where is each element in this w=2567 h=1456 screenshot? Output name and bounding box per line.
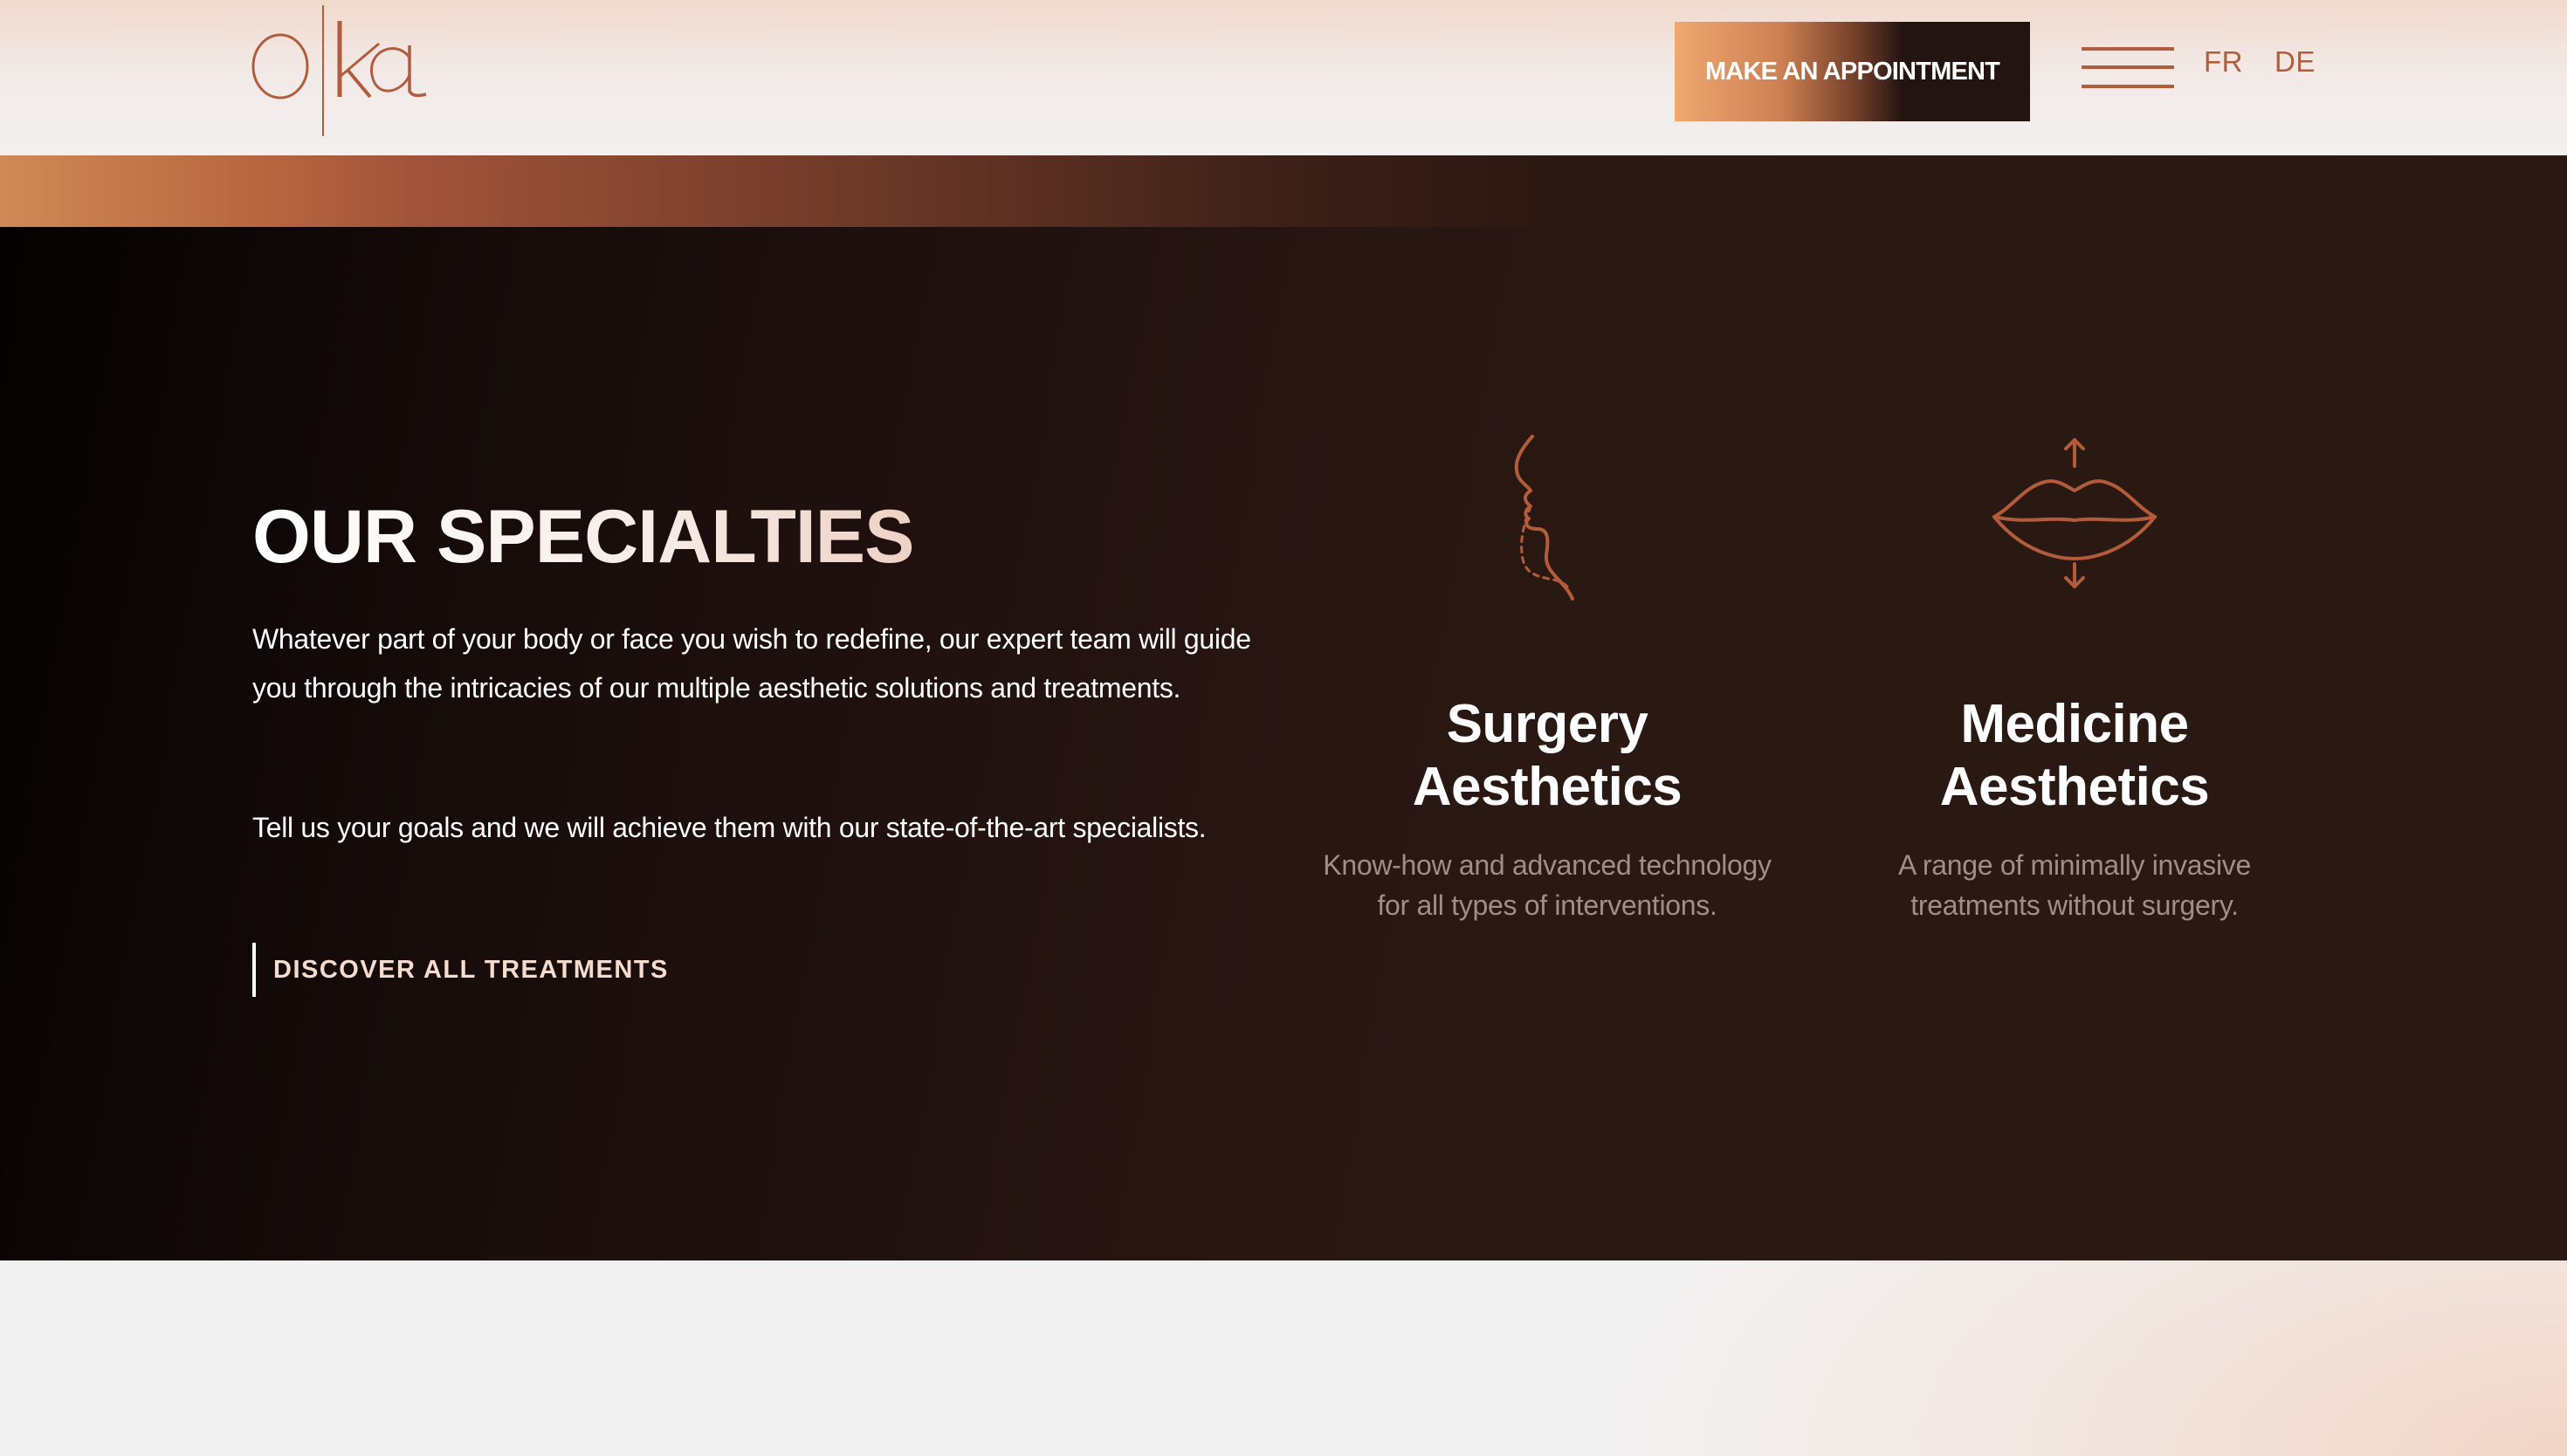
goals-paragraph: Tell us your goals and we will achieve t… bbox=[252, 812, 1207, 843]
card-description: A range of minimally invasive treatments… bbox=[1804, 845, 2345, 925]
oka-logo[interactable] bbox=[250, 5, 433, 136]
logo-mark bbox=[251, 5, 427, 136]
card-title-line: Aesthetics bbox=[1939, 757, 2210, 817]
accent-gradient-band bbox=[0, 155, 2567, 227]
card-title-line: Aesthetics bbox=[1412, 757, 1683, 817]
intro-paragraph: Whatever part of your body or face you w… bbox=[252, 623, 1251, 704]
lips-icon bbox=[1987, 433, 2162, 594]
card-desc-line: A range of minimally invasive bbox=[1898, 849, 2251, 881]
card-description: Know-how and advanced technology for all… bbox=[1277, 845, 1818, 925]
menu-line bbox=[2082, 85, 2174, 88]
card-title: Surgery Aesthetics bbox=[1277, 693, 1818, 819]
menu-line bbox=[2082, 47, 2174, 51]
card-title: Medicine Aesthetics bbox=[1804, 693, 2345, 819]
hamburger-menu-icon[interactable] bbox=[2082, 47, 2174, 91]
discover-link-label: DISCOVER ALL TREATMENTS bbox=[273, 955, 669, 984]
next-section-background bbox=[0, 1260, 2567, 1456]
menu-line bbox=[2082, 65, 2174, 69]
card-desc-line: Know-how and advanced technology bbox=[1323, 849, 1772, 881]
site-header: MAKE AN APPOINTMENT FR DE bbox=[0, 0, 2567, 155]
card-title-line: Surgery bbox=[1446, 694, 1648, 754]
discover-all-treatments-link[interactable]: DISCOVER ALL TREATMENTS bbox=[252, 943, 669, 997]
make-appointment-button[interactable]: MAKE AN APPOINTMENT bbox=[1675, 22, 2030, 121]
card-desc-line: treatments without surgery. bbox=[1910, 889, 2239, 921]
language-fr-link[interactable]: FR bbox=[2204, 45, 2243, 79]
language-de-link[interactable]: DE bbox=[2275, 45, 2316, 79]
card-desc-line: for all types of interventions. bbox=[1377, 889, 1717, 921]
section-title: OUR SPECIALTIES bbox=[252, 495, 914, 579]
card-title-line: Medicine bbox=[1960, 694, 2189, 754]
face-profile-icon bbox=[1499, 433, 1595, 612]
